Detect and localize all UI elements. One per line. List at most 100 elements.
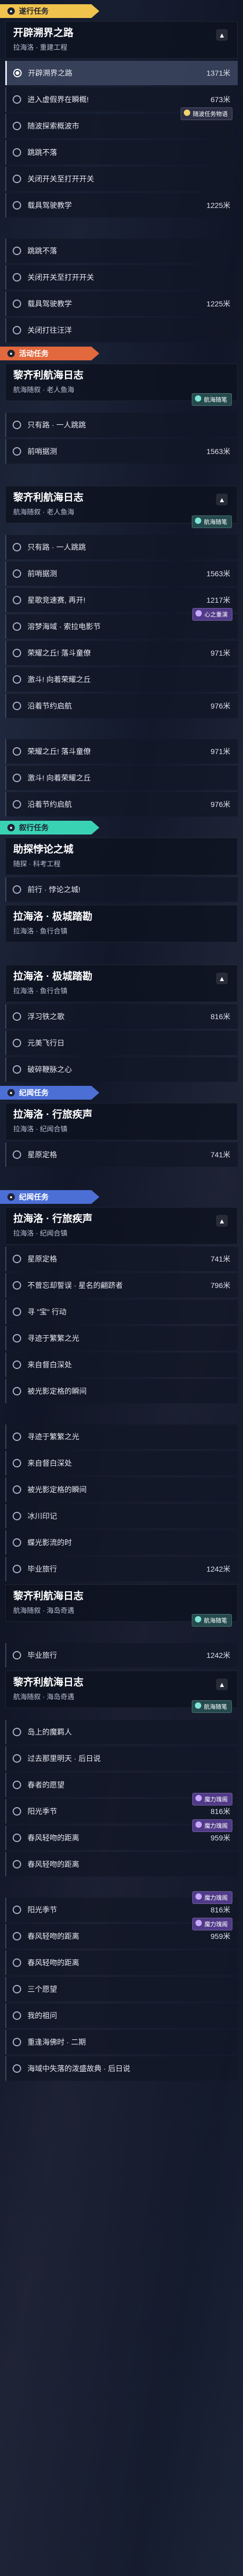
circle-icon <box>13 649 21 657</box>
objective-item[interactable]: 星原定格 741米 <box>5 1247 238 1271</box>
quest-log-page: ● 遂行任务 开辟溯界之路 拉海洛 · 重建工程 ▲ 开辟溯界之路 1371米 进… <box>0 4 243 2081</box>
objective-item[interactable]: 春风轻吻的距离 959米 魔力瑰阁 <box>5 1918 238 1948</box>
event-badge: 魔力瑰阁 <box>192 1918 232 1930</box>
objective-item[interactable]: 关闭打往汪洋 <box>5 318 238 342</box>
objective-item[interactable]: 来自督白深处 <box>5 1353 238 1377</box>
objective-item[interactable]: 被光影定格的瞬间 <box>5 1379 238 1403</box>
ring-icon: ● <box>7 7 15 15</box>
objective-item[interactable]: 载具驾驶教学 1225米 <box>5 292 238 316</box>
objective-item[interactable]: 关闭开关至打开开关 <box>5 167 238 191</box>
objective-item[interactable]: 我的祖问 <box>5 2003 238 2028</box>
objective-item[interactable]: 过去那里明天 · 后日说 <box>5 1746 238 1771</box>
objective-item[interactable]: 春风轻吻的距离 <box>5 1852 238 1876</box>
objective-item[interactable]: 春风轻吻的距离 959米 魔力瑰阁 <box>5 1819 238 1850</box>
quest-subtitle: 拉海洛 · 重建工程 <box>13 43 68 51</box>
event-badge: 航海随笔 <box>192 393 232 406</box>
chevron-up-icon[interactable]: ▲ <box>216 29 228 41</box>
quest-card[interactable]: 黎齐利航海日志 航海随叙 · 海岛奇遇 航海随笔 <box>5 1584 238 1627</box>
objective-list: 前行 · 悖论之城! <box>5 877 238 902</box>
quest-card[interactable]: 黎齐利航海日志 航海随叙 · 海岛奇遇 ▲ 航海随笔 <box>5 1671 238 1713</box>
circle-icon <box>13 447 21 456</box>
objective-item[interactable]: 荣耀之丘! 落斗童僚 971米 <box>5 739 238 764</box>
objective-item[interactable]: 前哨据测 1563米 <box>5 439 238 464</box>
objective-item[interactable]: 毕业旅行 1242米 <box>5 1643 238 1667</box>
circle-icon <box>13 1255 21 1263</box>
objective-item[interactable]: 浮习铁之歌 816米 <box>5 1004 238 1029</box>
event-badge: 魔力瑰阁 <box>192 1819 232 1832</box>
circle-icon <box>13 1565 21 1573</box>
quest-title: 拉海洛 · 行旅疾声 <box>13 1213 92 1224</box>
objective-item[interactable]: 激斗! 向着荣耀之丘 <box>5 667 238 692</box>
quest-card[interactable]: 拉海洛 · 极城踏勘 拉海洛 · 鱼行合镇 ▲ <box>5 965 238 1002</box>
objective-list: 星原定格 741米 不曾忘却誓误 · 星名的翩跻者 796米 寻 "宝" 行动 寻迹… <box>5 1247 238 1581</box>
objective-item[interactable]: 溶梦海域 · 索拉电影节 心之重演 <box>5 608 238 639</box>
objective-item[interactable]: 沿着节约启航 976米 <box>5 792 238 817</box>
objective-item[interactable]: 随波探索概波市 随波任务物语 <box>5 107 238 138</box>
circle-icon <box>13 747 21 756</box>
quest-title: 黎齐利航海日志 <box>13 370 84 381</box>
circle-icon <box>13 326 21 334</box>
objective-item[interactable]: 跳跳不落 <box>5 239 238 263</box>
ring-icon: ● <box>7 824 15 831</box>
chevron-up-icon[interactable]: ▲ <box>216 494 228 505</box>
chevron-up-icon[interactable]: ▲ <box>216 1215 228 1227</box>
circle-icon <box>13 1860 21 1868</box>
objective-item-active[interactable]: 开辟溯界之路 1371米 <box>5 61 238 85</box>
chevron-up-icon[interactable]: ▲ <box>216 973 228 984</box>
objective-item[interactable]: 载具驾驶教学 1225米 <box>5 193 238 217</box>
objective-item[interactable]: 激斗! 向着荣耀之丘 <box>5 766 238 790</box>
chevron-up-icon[interactable]: ▲ <box>216 1679 228 1690</box>
quest-card[interactable]: 黎齐利航海日志 航海随叙 · 老人鱼海 航海随笔 <box>5 364 238 406</box>
quest-card[interactable]: 助探悖论之城 随探 · 科考工程 <box>5 838 238 875</box>
objective-item[interactable]: 蝶光影流的时 <box>5 1530 238 1555</box>
objective-item[interactable]: 寻迹于繁繁之光 <box>5 1425 238 1449</box>
objective-item[interactable]: 被光影定格的瞬间 <box>5 1477 238 1502</box>
objective-list: 只有路 · 一人跳跳 前哨据测 1563米 星歌竞速赛, 再开! 1217米 溶梦海… <box>5 525 238 817</box>
quest-card[interactable]: 黎齐利航海日志 航海随叙 · 老人鱼海 ▲ 航海随笔 <box>5 486 238 528</box>
quest-card[interactable]: 拉海洛 · 行旅疾声 拉海洛 · 纪闻合镇 ▲ <box>5 1207 238 1245</box>
circle-icon <box>13 800 21 809</box>
quest-card[interactable]: 拉海洛 · 行旅疾声 拉海洛 · 纪闻合镇 <box>5 1103 238 1140</box>
event-badge: 随波任务物语 <box>181 107 232 120</box>
objective-item[interactable]: 关闭开关至打开开关 <box>5 265 238 289</box>
circle-icon <box>13 421 21 429</box>
quest-title: 助探悖论之城 <box>13 844 74 855</box>
objective-item[interactable]: 荣耀之丘! 落斗童僚 971米 <box>5 641 238 665</box>
objective-item[interactable]: 破碎鞭脉之心 <box>5 1057 238 1082</box>
event-badge: 心之重演 <box>192 608 232 621</box>
objective-item[interactable]: 毕业旅行 1242米 <box>5 1557 238 1581</box>
circle-icon <box>13 1834 21 1842</box>
objective-item[interactable]: 春风轻吻的距离 <box>5 1951 238 1975</box>
circle-icon <box>13 148 21 157</box>
objective-item[interactable]: 前哨据测 1563米 <box>5 561 238 586</box>
objective-item[interactable]: 海域中失落的泼盛故典 · 后日说 <box>5 2056 238 2081</box>
objective-item[interactable]: 元美飞行日 <box>5 1031 238 1055</box>
objective-item[interactable]: 星原定格 741米 <box>5 1142 238 1167</box>
objective-item[interactable]: 不曾忘却誓误 · 星名的翩跻者 796米 <box>5 1273 238 1298</box>
circle-icon <box>13 543 21 551</box>
objective-item[interactable]: 冰川印记 <box>5 1504 238 1528</box>
objective-item[interactable]: 三个愿望 <box>5 1977 238 2001</box>
circle-icon <box>13 774 21 782</box>
objective-item[interactable]: 重逢海佛时 · 二期 <box>5 2030 238 2054</box>
objective-item[interactable]: 前行 · 悖论之城! <box>5 877 238 902</box>
circle-icon <box>13 2011 21 2020</box>
circle-icon <box>13 2064 21 2073</box>
objective-item[interactable]: 跳跳不落 <box>5 140 238 165</box>
objective-item[interactable]: 来自督白深处 <box>5 1451 238 1475</box>
objective-item[interactable]: 沿着节约启航 976米 <box>5 694 238 718</box>
objective-item[interactable]: 只有路 · 一人跳跳 <box>5 535 238 559</box>
quest-subtitle: 随探 · 科考工程 <box>13 860 61 868</box>
objective-item[interactable]: 寻迹于繁繁之光 <box>5 1326 238 1350</box>
tag-label: 纪闻任务 <box>19 1193 49 1201</box>
quest-title: 黎齐利航海日志 <box>13 1591 84 1602</box>
quest-card[interactable]: 拉海洛 · 极城踏勘 拉海洛 · 鱼行合镇 <box>5 905 238 942</box>
circle-icon <box>13 1651 21 1659</box>
objective-list: 浮习铁之歌 816米 元美飞行日 破碎鞭脉之心 <box>5 1004 238 1082</box>
quest-title: 开辟溯界之路 <box>13 28 74 39</box>
quest-card[interactable]: 开辟溯界之路 拉海洛 · 重建工程 ▲ <box>5 21 238 59</box>
objective-list: 星原定格 741米 <box>5 1142 238 1167</box>
objective-item[interactable]: 寻 "宝" 行动 <box>5 1300 238 1324</box>
objective-item[interactable]: 岛上的魔羁人 <box>5 1720 238 1744</box>
objective-item[interactable]: 只有路 · 一人跳跳 <box>5 413 238 437</box>
